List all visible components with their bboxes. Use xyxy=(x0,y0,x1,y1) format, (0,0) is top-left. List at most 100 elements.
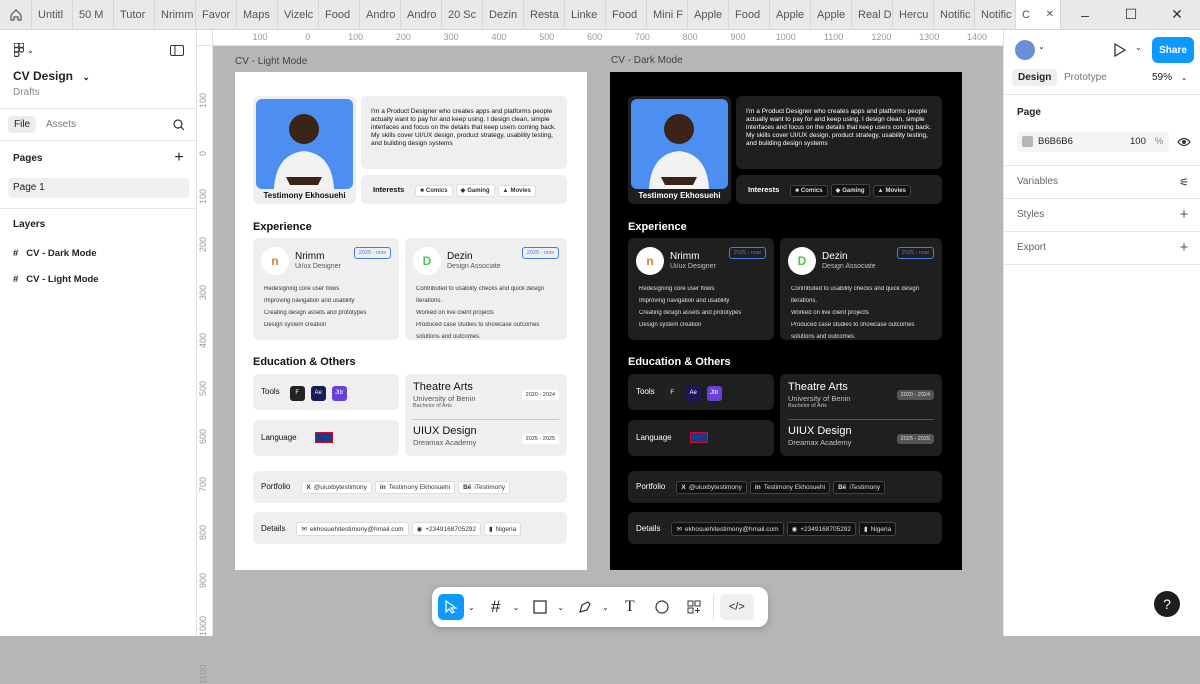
browser-tab[interactable]: Untitl xyxy=(32,0,73,29)
browser-tab[interactable]: Apple xyxy=(688,0,729,29)
browser-tab[interactable]: Apple xyxy=(811,0,852,29)
date-badge: 2025 - now xyxy=(353,247,391,259)
about-card: I'm a Product Designer who creates apps … xyxy=(361,96,567,169)
chevron-down-icon[interactable]: ⌄ xyxy=(1135,43,1142,52)
browser-tab[interactable]: Andro xyxy=(401,0,442,29)
close-tab-icon[interactable]: ✕ xyxy=(1046,9,1054,20)
language-card: Language xyxy=(253,420,399,456)
chevron-down-icon[interactable]: ⌄ xyxy=(513,603,520,612)
portfolio-link[interactable]: in Testimony Ekhosuehi xyxy=(374,481,456,494)
page-color-field[interactable]: B6B6B6 100 % xyxy=(1017,132,1169,152)
rectangle-tool-icon[interactable] xyxy=(527,594,553,620)
job-point: Creating design assets and prototypes xyxy=(264,310,367,316)
avatar[interactable] xyxy=(1015,40,1035,60)
chevron-down-icon[interactable]: ⌄ xyxy=(557,603,564,612)
move-tool-icon[interactable] xyxy=(438,594,464,620)
layer-item-light-mode[interactable]: # CV - Light Mode xyxy=(13,274,99,285)
play-icon[interactable] xyxy=(1112,42,1128,58)
tab-file[interactable]: File xyxy=(8,116,37,133)
browser-tab[interactable]: Food xyxy=(729,0,770,29)
browser-tab[interactable]: Andro xyxy=(360,0,401,29)
page-item-page-1[interactable]: Page 1 xyxy=(8,178,189,198)
frame-label-dark[interactable]: CV - Dark Mode xyxy=(611,55,683,66)
share-button[interactable]: Share xyxy=(1152,37,1194,63)
browser-tab[interactable]: Favor xyxy=(196,0,237,29)
language-card: Language xyxy=(628,420,774,456)
mail-icon: ✉ xyxy=(301,526,307,533)
browser-tab[interactable]: Dezin xyxy=(483,0,524,29)
add-export-icon[interactable]: + xyxy=(1177,239,1191,256)
color-swatch[interactable] xyxy=(1022,136,1033,147)
portfolio-link[interactable]: Bē iTestimony xyxy=(458,481,511,494)
interest-label: Movies xyxy=(510,188,531,194)
close-window-icon[interactable]: ✕ xyxy=(1154,6,1200,23)
comment-tool-icon[interactable] xyxy=(649,594,675,620)
dev-mode-icon[interactable]: </> xyxy=(719,594,754,620)
mail-icon: ✉ xyxy=(676,526,682,533)
cv-frame-dark[interactable]: Testimony Ekhosuehi I'm a Product Designe… xyxy=(610,72,962,570)
job-point: Produced case studies to showcase outcom… xyxy=(791,322,915,340)
browser-tab[interactable]: Food xyxy=(606,0,647,29)
browser-tab[interactable]: Notific xyxy=(975,0,1016,29)
variables-adjust-icon[interactable]: ⚟ xyxy=(1177,175,1191,189)
frame-label-light[interactable]: CV - Light Mode xyxy=(235,56,307,67)
browser-tab[interactable]: Food xyxy=(319,0,360,29)
frame-tool-icon[interactable]: # xyxy=(483,594,509,620)
cv-frame-light[interactable]: Testimony Ekhosuehi I'm a Product Designe… xyxy=(235,72,587,570)
tab-prototype[interactable]: Prototype xyxy=(1064,72,1107,83)
add-style-icon[interactable]: + xyxy=(1177,206,1191,223)
chevron-down-icon[interactable]: ⌄ xyxy=(1038,42,1045,51)
pen-tool-icon[interactable] xyxy=(572,594,598,620)
company-logo: D xyxy=(413,247,441,275)
ruler-vertical: 100 0 100 200 300 400 500 600 700 800 900 1000 1100 xyxy=(197,30,213,684)
search-icon[interactable] xyxy=(172,118,186,132)
tab-assets[interactable]: Assets xyxy=(46,119,76,130)
eye-icon[interactable] xyxy=(1176,134,1192,150)
browser-tab[interactable]: Hercu xyxy=(893,0,934,29)
chevron-down-icon[interactable]: ⌄ xyxy=(468,603,475,612)
language-label: Language xyxy=(261,432,297,442)
help-button[interactable]: ? xyxy=(1154,591,1180,617)
portfolio-link[interactable]: X @uiuxbytestimony xyxy=(301,481,372,494)
browser-tab[interactable]: 20 Sc xyxy=(442,0,483,29)
maximize-icon[interactable]: ☐ xyxy=(1108,6,1154,23)
browser-tab[interactable]: Resta xyxy=(524,0,565,29)
page-color-value[interactable]: B6B6B6 xyxy=(1038,136,1073,147)
ruler-tick-label: 900 xyxy=(198,572,208,588)
portfolio-link[interactable]: Bē iTestimony xyxy=(833,481,886,494)
minimize-icon[interactable]: – xyxy=(1062,7,1108,23)
home-icon[interactable] xyxy=(0,0,32,29)
add-page-icon[interactable]: + xyxy=(172,149,186,166)
browser-tab[interactable]: Real D xyxy=(852,0,893,29)
browser-tab[interactable]: 50 M xyxy=(73,0,114,29)
browser-tab[interactable]: Linke xyxy=(565,0,606,29)
file-title[interactable]: CV Design ⌄ xyxy=(13,69,90,83)
browser-tab[interactable]: C ✕ xyxy=(1016,0,1061,29)
portfolio-card: Portfolio X @uiuxbytestimony in Testimony Ek… xyxy=(628,471,942,503)
browser-tab[interactable]: Notific xyxy=(934,0,975,29)
date-badge: 2025 - now xyxy=(728,247,766,259)
browser-tab[interactable]: Apple xyxy=(770,0,811,29)
layers-heading: Layers xyxy=(13,219,46,230)
browser-tab[interactable]: Tutor xyxy=(114,0,155,29)
actions-icon[interactable] xyxy=(681,594,707,620)
browser-tab[interactable]: Vizelc xyxy=(278,0,319,29)
tab-design[interactable]: Design xyxy=(1012,69,1058,86)
sidebar-toggle-icon[interactable] xyxy=(168,42,186,58)
zoom-level[interactable]: 59% ⌄ xyxy=(1152,72,1188,83)
portfolio-link[interactable]: in Testimony Ekhosuehi xyxy=(749,481,831,494)
job-point: Redesigning core user flows xyxy=(639,286,715,292)
browser-tab[interactable]: Mini F xyxy=(647,0,688,29)
portfolio-link-label: Testimony Ekhosuehi xyxy=(388,484,451,491)
chevron-down-icon[interactable]: ⌄ xyxy=(602,603,609,612)
about-text: I'm a Product Designer who creates apps … xyxy=(746,108,931,147)
browser-tab[interactable]: Maps xyxy=(237,0,278,29)
text-tool-icon[interactable]: T xyxy=(617,594,643,620)
figma-menu-icon[interactable]: ⌄ xyxy=(13,42,35,58)
chevron-down-icon[interactable]: ⌄ xyxy=(82,72,90,82)
page-opacity-value[interactable]: 100 xyxy=(1130,136,1146,147)
layer-item-dark-mode[interactable]: # CV - Dark Mode xyxy=(13,248,97,259)
portfolio-link[interactable]: X @uiuxbytestimony xyxy=(676,481,747,494)
browser-tab[interactable]: Nrimm xyxy=(155,0,196,29)
ruler-tick-label: 1000 xyxy=(198,615,208,636)
